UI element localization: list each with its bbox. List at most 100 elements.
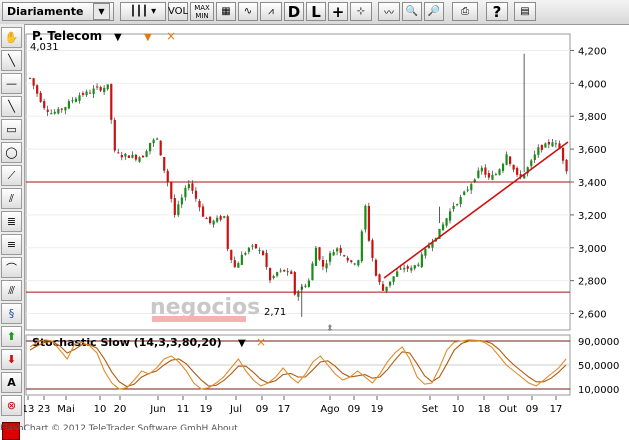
rectangle-tool[interactable]: ▭ bbox=[1, 119, 22, 140]
price-tick-label: 2,600 bbox=[578, 310, 607, 321]
candle-body bbox=[350, 260, 353, 263]
candle-body bbox=[89, 92, 92, 94]
fan-tool[interactable]: ⟋ bbox=[1, 165, 22, 186]
candle-body bbox=[445, 218, 448, 226]
l-button[interactable]: L bbox=[306, 2, 326, 21]
candle-body bbox=[152, 139, 155, 144]
candle-body bbox=[554, 143, 558, 145]
ray-icon: ╲ bbox=[8, 100, 15, 113]
candle-body bbox=[283, 269, 286, 272]
levels-tool[interactable]: ≡ bbox=[1, 234, 22, 255]
maxmin-button[interactable]: MAX MIN bbox=[190, 2, 214, 21]
candle-body bbox=[254, 244, 258, 249]
candle-body bbox=[106, 84, 109, 90]
remove-compare-icon[interactable]: × bbox=[166, 29, 176, 43]
price-tick-label: 3,600 bbox=[578, 145, 607, 156]
compare-button[interactable]: ⩘ bbox=[260, 2, 282, 21]
candle-body bbox=[272, 276, 275, 278]
print-button[interactable]: ⎙ bbox=[452, 2, 478, 21]
instrument-name[interactable]: P. Telecom bbox=[32, 29, 102, 43]
candle-body bbox=[367, 205, 371, 241]
time-axis: 13 23 Mai 10 20 Jun 11 19 Jul 09 17 Ago 09 19 Set 10 18 O… bbox=[24, 396, 562, 415]
sell-arrow-tool[interactable]: ⬇ bbox=[1, 349, 22, 370]
candle-body bbox=[149, 142, 152, 152]
time-tick-label: 20 bbox=[114, 404, 127, 415]
candle-body bbox=[201, 206, 205, 217]
candle-body bbox=[417, 264, 420, 266]
indicator-tick-label: 50,0000 bbox=[578, 361, 619, 372]
zoom-in-button[interactable]: 🔎 bbox=[424, 2, 444, 21]
channel-tool[interactable]: ⫽ bbox=[1, 188, 22, 209]
indicator-close-icon[interactable]: × bbox=[256, 335, 266, 349]
parallel-icon: ⫻ bbox=[8, 283, 15, 297]
candle-body bbox=[371, 240, 374, 258]
candle-body bbox=[389, 281, 392, 286]
candle-body bbox=[187, 184, 191, 189]
candle-body bbox=[565, 159, 568, 172]
circle-tool[interactable]: ◯ bbox=[1, 142, 22, 163]
buy-arrow-tool[interactable]: ⬆ bbox=[1, 326, 22, 347]
channel-icon: ⫽ bbox=[9, 191, 14, 205]
candle-body bbox=[537, 147, 540, 155]
candle-body bbox=[530, 160, 533, 167]
candle-body bbox=[67, 101, 71, 109]
instrument-dropdown-icon[interactable]: ▼ bbox=[114, 32, 122, 43]
crosshair-button[interactable]: + bbox=[328, 2, 348, 21]
candle-body bbox=[459, 197, 462, 205]
candle-body bbox=[240, 254, 243, 265]
zoom-out-button[interactable]: 🔍 bbox=[402, 2, 422, 21]
line-tool[interactable]: ╲ bbox=[1, 50, 22, 71]
delete-tool[interactable]: ⊗ bbox=[1, 395, 22, 416]
add-compare-icon[interactable]: ▼ bbox=[144, 32, 152, 43]
price-tick-label: 2,800 bbox=[578, 277, 607, 288]
watermark-bar bbox=[152, 316, 246, 322]
price-tick-label: 3,800 bbox=[578, 112, 607, 123]
period-label: Diariamente bbox=[7, 5, 84, 18]
price-tick-label: 4,200 bbox=[578, 46, 607, 57]
candle-body bbox=[551, 142, 554, 147]
volume-button[interactable]: VOL bbox=[168, 2, 188, 21]
period-dropdown[interactable]: Diariamente ▼ bbox=[2, 2, 114, 21]
arc-tool[interactable]: ⌒ bbox=[1, 257, 22, 278]
indicator-button[interactable]: ∿ bbox=[238, 2, 258, 21]
candle-body bbox=[251, 245, 254, 247]
help-button[interactable]: ? bbox=[486, 2, 508, 21]
candle-body bbox=[50, 113, 53, 115]
time-tick-label: 09 bbox=[256, 404, 269, 415]
time-tick-label: 13 bbox=[24, 404, 34, 415]
candle-body bbox=[205, 218, 208, 220]
settings-button[interactable]: ▤ bbox=[514, 2, 536, 21]
candle-body bbox=[219, 216, 222, 220]
speed-tool[interactable]: § bbox=[1, 303, 22, 324]
parallel-tool[interactable]: ⫻ bbox=[1, 280, 22, 301]
crosshair-icon: + bbox=[331, 2, 345, 21]
candle-body bbox=[145, 151, 148, 157]
candle-body bbox=[357, 260, 360, 266]
draw-button[interactable]: 〰 bbox=[378, 2, 400, 21]
ray-tool[interactable]: ╲ bbox=[1, 96, 22, 117]
hline-tool[interactable]: — bbox=[1, 73, 22, 94]
candle-body bbox=[120, 154, 123, 158]
candle-body bbox=[170, 182, 173, 199]
candle-body bbox=[332, 252, 335, 256]
time-tick-label: Out bbox=[499, 404, 517, 415]
fan-icon: ⟋ bbox=[7, 168, 16, 182]
fibonacci-tool[interactable]: ≣ bbox=[1, 211, 22, 232]
indicator-dropdown-icon[interactable]: ▼ bbox=[238, 338, 246, 349]
pan-tool[interactable]: ✋ bbox=[1, 27, 22, 48]
chart-type-button[interactable]: ┃┃┃ ▾ bbox=[120, 2, 166, 21]
time-tick-label: 18 bbox=[478, 404, 491, 415]
print-icon: ⎙ bbox=[461, 6, 469, 17]
candle-body bbox=[71, 100, 74, 102]
min-label: MIN bbox=[195, 11, 209, 20]
d-button[interactable]: D bbox=[284, 2, 304, 21]
crosshair-settings-button[interactable]: ⊹ bbox=[350, 2, 372, 21]
grid-button[interactable]: ▦ bbox=[216, 2, 236, 21]
candle-body bbox=[339, 247, 342, 253]
time-tick-label: Jul bbox=[229, 404, 242, 415]
price-axis: 4,200 4,000 3,800 3,600 3,400 3,200 3,000 2,800… bbox=[570, 46, 607, 321]
candle-body bbox=[32, 78, 35, 86]
chart-area: P. Telecom ▼ ▼ × 4,031 negocios 2,71 4,2… bbox=[24, 29, 619, 415]
splitter-handle-icon[interactable]: ⬍ bbox=[326, 324, 334, 334]
text-tool[interactable]: A bbox=[1, 372, 22, 393]
